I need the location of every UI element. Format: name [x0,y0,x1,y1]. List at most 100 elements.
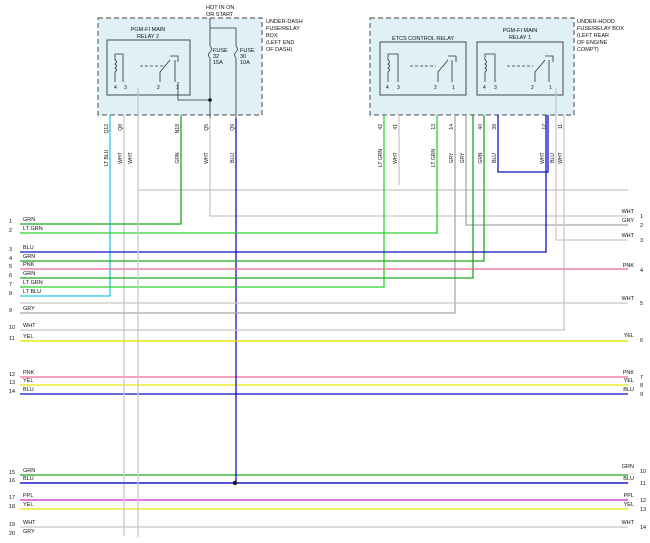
left-row-number: 12 [9,372,15,378]
relay-1-pin-3: 3 [494,85,497,91]
wire-grn-drop [20,115,182,225]
relay-2-pin-4: 4 [114,85,117,91]
terminal-label: Q9 [230,124,236,131]
left-row-wire-label: BLU [23,476,34,482]
relay-2-pin-1: 1 [176,85,179,91]
left-row-number: 1 [9,219,12,225]
relay-2-label-line2: RELAY 2 [137,34,159,40]
right-row-wire-label: BLU [623,476,634,482]
under-dash-desc-line1: UNDER-DASH [266,19,303,25]
hot-in-on-label-line1: HOT IN ON [206,5,234,11]
left-row-wire-label: YEL [23,378,33,384]
right-row-wire-label: YEL [624,378,634,384]
terminal-label: 14 [449,124,455,130]
under-dash-desc-line3: BOX [266,33,278,39]
under-hood-desc-line2: FUSE/RELAY BOX [577,26,624,32]
left-row-number: 2 [9,228,12,234]
terminal-label: Q8 [118,124,124,131]
left-row-number: 3 [9,247,12,253]
relay-2-pin-3: 3 [124,85,127,91]
right-row-wire-label: PPL [624,493,634,499]
right-row-wire-label: WHT [621,296,634,302]
drop-wire-label: GRN [478,152,484,164]
terminal-label: 13 [431,124,437,130]
wire-wht-row10 [20,115,565,331]
left-row-wire-label: BLU [23,245,34,251]
relay-2-label-line1: PGM-FI MAIN [131,27,166,33]
relay-1-label-line1: PGM-FI MAIN [503,28,538,34]
etcs-relay-label: ETCS CONTROL RELAY [392,36,454,42]
drop-wire-label: GRN [175,152,181,164]
drop-wire-label: WHT [540,152,546,163]
hot-in-on-label-line2: OR START [206,12,234,18]
right-row-wire-label: WHT [621,233,634,239]
left-row-number: 13 [9,380,15,386]
left-row-wire-label: WHT [23,520,36,526]
right-row-wire-label: PNK [623,370,635,376]
right-row-wire-label: GRY [622,218,634,224]
right-row-number: 4 [640,268,643,274]
right-row-number: 10 [640,469,646,475]
etcs-pin-4: 4 [386,85,389,91]
left-row-number: 14 [9,389,15,395]
under-hood-desc-line5: COMPT) [577,47,599,53]
drop-wire-label: BLU [492,153,498,163]
right-row-number: 13 [640,507,646,513]
wire-gry-row2 [465,115,628,226]
under-hood-desc-line1: UNDER-HOOD [577,19,615,25]
right-row-number: 11 [640,481,646,487]
left-row-number: 6 [9,273,12,279]
left-row-number: 20 [9,531,15,537]
right-row-number: 8 [640,383,643,389]
terminal-label: 11 [558,124,564,129]
right-row-number: 1 [640,214,643,220]
right-row-wire-label: PNK [623,263,635,269]
drop-wire-label: GRY [449,152,455,163]
under-hood-desc-line4: OF ENGINE [577,40,608,46]
under-dash-desc-line2: FUSE/RELAY [266,26,300,32]
terminal-label: N19 [175,124,181,133]
terminal-label: Q12 [104,124,110,134]
under-dash-box-description: UNDER-DASH FUSE/RELAY BOX (LEFT END OF D… [266,19,303,53]
left-row-wire-label: YEL [23,502,33,508]
relay-2-pin-2: 2 [157,85,160,91]
drop-wire-label: GRY [460,152,466,163]
left-row-wire-label: LT BLU [23,289,41,295]
left-row-number: 15 [9,470,15,476]
wire-layer [20,88,628,537]
relay-1-pin-4: 4 [483,85,486,91]
right-row-number: 3 [640,238,643,244]
terminal-label: 40 [478,124,484,130]
left-row-wire-label: GRN [23,468,35,474]
terminal-label: Q5 [204,124,210,131]
right-row-number: 2 [640,223,643,229]
etcs-pin-1: 1 [452,85,455,91]
right-row-number: 9 [640,392,643,398]
left-row-number: 9 [9,308,12,314]
terminal-label: 12 [542,124,548,130]
left-row-number: 4 [9,256,12,262]
right-row-number: 14 [640,525,646,531]
left-row-number: 17 [9,495,15,501]
terminal-label: 41 [393,124,399,130]
splice-junction-dot [232,480,238,486]
left-row-wire-label: GRN [23,271,35,277]
wiring-diagram-svg: PGM-FI MAIN RELAY 2 4 3 2 1 HOT IN ON OR… [9,5,646,537]
right-row-wire-label: WHT [621,209,634,215]
drop-wire-label: LT BLU [104,149,110,166]
wire-grn-row4 [20,115,485,262]
fuse-30-rating: 10A [240,60,250,66]
left-row-wire-label: YEL [23,334,33,340]
drop-wire-label: WHT [393,152,399,163]
drop-wire-label: WHT [118,152,124,163]
left-row-number: 7 [9,282,12,288]
right-row-wire-label: GRN [622,464,634,470]
left-row-wire-label: PNK [23,262,35,268]
left-row-wire-label: GRN [23,254,35,260]
right-row-number: 7 [640,375,643,381]
left-row-wire-label: PNK [23,370,35,376]
under-hood-desc-line3: (LEFT REAR [577,33,609,39]
under-hood-box-description: UNDER-HOOD FUSE/RELAY BOX (LEFT REAR OF … [577,19,624,53]
wire-blu-row3 [20,115,547,253]
drop-wire-label: BLU [230,153,236,163]
